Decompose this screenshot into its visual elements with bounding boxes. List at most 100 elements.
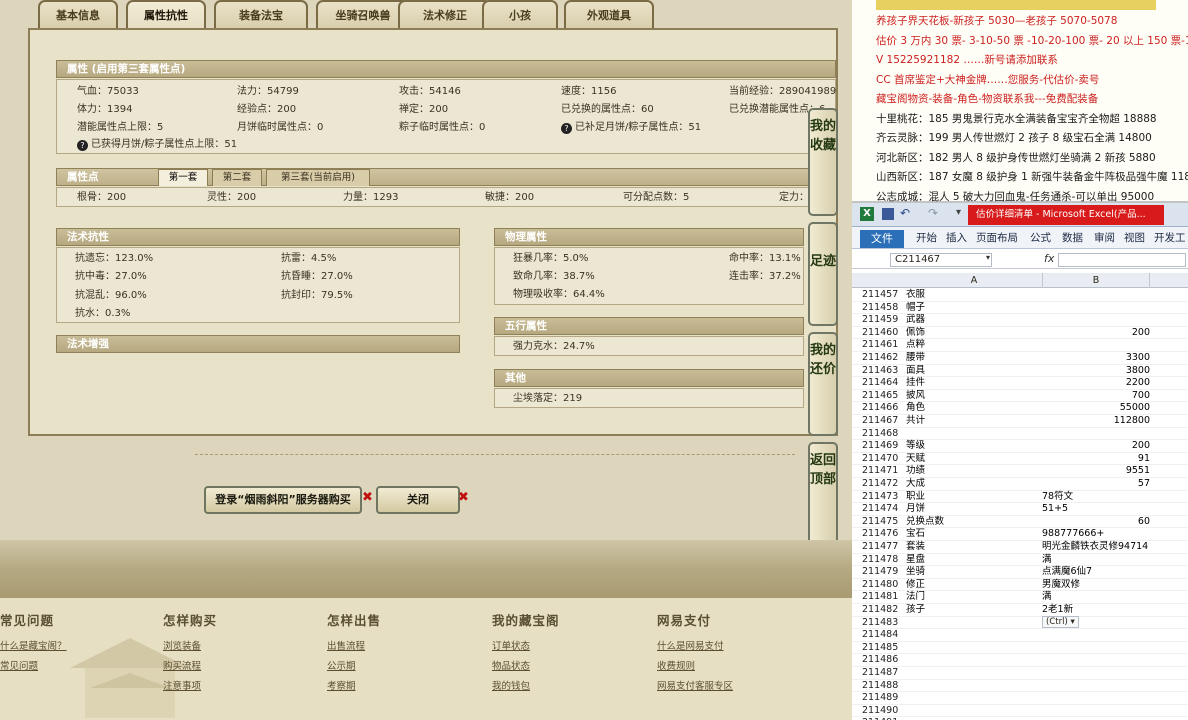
cell-b[interactable]: 700 xyxy=(1042,390,1150,403)
subtab-set-2[interactable]: 第二套 xyxy=(212,169,262,186)
customize-toolbar-icon[interactable]: ▾ xyxy=(956,207,961,218)
row-number[interactable]: 211485 xyxy=(862,642,906,655)
cell-a[interactable]: 佩饰 xyxy=(906,327,925,340)
cell-a[interactable]: 月饼 xyxy=(906,503,925,516)
row-number[interactable]: 211480 xyxy=(862,579,906,592)
name-box-dropdown-icon[interactable]: ▾ xyxy=(986,253,990,262)
row-number[interactable]: 211468 xyxy=(862,428,906,441)
formula-input[interactable] xyxy=(1058,253,1186,267)
cell-a[interactable]: 等级 xyxy=(906,440,925,453)
ribbon-tab-review[interactable]: 审阅 xyxy=(1094,230,1115,245)
cell-a[interactable]: 兑换点数 xyxy=(906,516,944,529)
help-icon[interactable]: ? xyxy=(561,123,572,134)
cell-b[interactable]: 2200 xyxy=(1042,377,1150,390)
save-icon[interactable] xyxy=(882,208,894,220)
ribbon-tab-file[interactable]: 文件 xyxy=(860,230,904,248)
row-number[interactable]: 211474 xyxy=(862,503,906,516)
cell-a[interactable]: 共计 xyxy=(906,415,925,428)
cell-a[interactable]: 星盘 xyxy=(906,554,925,567)
footer-link[interactable]: 物品状态 xyxy=(492,657,560,677)
cell-b[interactable]: 3800 xyxy=(1042,365,1150,378)
cell-b[interactable]: 91 xyxy=(1042,453,1150,466)
ribbon-tab-developer[interactable]: 开发工 xyxy=(1154,230,1186,245)
close-button[interactable]: 关闭 xyxy=(376,486,460,514)
cell-b[interactable]: 112800 xyxy=(1042,415,1150,428)
row-number[interactable]: 211481 xyxy=(862,591,906,604)
ribbon-tab-formulas[interactable]: 公式 xyxy=(1030,230,1051,245)
cell-a[interactable]: 法门 xyxy=(906,591,925,604)
row-number[interactable]: 211472 xyxy=(862,478,906,491)
tab-mounts-pets[interactable]: 坐骑召唤兽 xyxy=(316,0,410,28)
cell-b[interactable]: 3300 xyxy=(1042,352,1150,365)
cell-a[interactable]: 帽子 xyxy=(906,302,925,315)
login-buy-button[interactable]: 登录“烟雨斜阳”服务器购买 xyxy=(204,486,362,514)
row-number[interactable]: 211464 xyxy=(862,377,906,390)
cell-b[interactable]: 男魔双修 xyxy=(1042,579,1080,592)
paste-options-button[interactable]: (Ctrl) ▾ xyxy=(1042,616,1079,628)
row-number[interactable]: 211489 xyxy=(862,692,906,705)
cell-a[interactable]: 面具 xyxy=(906,365,925,378)
cell-b[interactable]: 60 xyxy=(1042,516,1150,529)
footprints-button[interactable]: 足迹 xyxy=(808,222,838,326)
cell-b[interactable]: 明光金麟铁衣灵修94714 xyxy=(1042,541,1148,554)
footer-link[interactable]: 网易支付客服专区 xyxy=(657,677,733,697)
tab-equipment[interactable]: 装备法宝 xyxy=(214,0,308,28)
footer-link[interactable]: 什么是藏宝阁？ xyxy=(0,637,67,657)
ribbon-tab-page-layout[interactable]: 页面布局 xyxy=(976,230,1018,245)
back-to-top-button[interactable]: 返回顶部 xyxy=(808,442,838,546)
cell-b[interactable]: 200 xyxy=(1042,440,1150,453)
row-number[interactable]: 211483 xyxy=(862,617,906,630)
undo-icon[interactable]: ↶ xyxy=(900,206,910,220)
tab-children[interactable]: 小孩 xyxy=(482,0,558,28)
row-number[interactable]: 211457 xyxy=(862,289,906,302)
ribbon-tab-data[interactable]: 数据 xyxy=(1062,230,1083,245)
row-number[interactable]: 211471 xyxy=(862,465,906,478)
cell-a[interactable]: 天赋 xyxy=(906,453,925,466)
row-number[interactable]: 211478 xyxy=(862,554,906,567)
row-number[interactable]: 211465 xyxy=(862,390,906,403)
cell-b[interactable]: 满 xyxy=(1042,554,1052,567)
cell-a[interactable]: 衣服 xyxy=(906,289,925,302)
row-number[interactable]: 211490 xyxy=(862,705,906,718)
cell-a[interactable]: 套装 xyxy=(906,541,925,554)
cell-b[interactable]: 78符文 xyxy=(1042,491,1073,504)
cell-a[interactable]: 披风 xyxy=(906,390,925,403)
column-a-header[interactable]: A xyxy=(906,273,1042,288)
footer-link[interactable]: 常见问题 xyxy=(0,657,67,677)
tab-spell-mods[interactable]: 法术修正 xyxy=(398,0,492,28)
row-number[interactable]: 211487 xyxy=(862,667,906,680)
cell-b[interactable]: 55000 xyxy=(1042,402,1150,415)
name-box[interactable]: C211467 xyxy=(890,253,992,267)
cell-a[interactable]: 宝石 xyxy=(906,528,925,541)
footer-link[interactable]: 出售流程 xyxy=(327,637,381,657)
row-number[interactable]: 211462 xyxy=(862,352,906,365)
help-icon[interactable]: ? xyxy=(77,140,88,151)
row-number[interactable]: 211461 xyxy=(862,339,906,352)
row-number[interactable]: 211476 xyxy=(862,528,906,541)
footer-link[interactable]: 考察期 xyxy=(327,677,381,697)
fx-icon[interactable]: fx xyxy=(1044,252,1054,265)
row-number[interactable]: 211469 xyxy=(862,440,906,453)
row-number[interactable]: 211466 xyxy=(862,402,906,415)
my-bargains-button[interactable]: 我的还价 xyxy=(808,332,838,436)
cell-a[interactable]: 挂件 xyxy=(906,377,925,390)
cell-a[interactable]: 坐骑 xyxy=(906,566,925,579)
footer-link[interactable]: 订单状态 xyxy=(492,637,560,657)
row-number[interactable]: 211479 xyxy=(862,566,906,579)
cell-a[interactable]: 大成 xyxy=(906,478,925,491)
row-number[interactable]: 211458 xyxy=(862,302,906,315)
cell-a[interactable]: 孩子 xyxy=(906,604,925,617)
footer-link[interactable]: 购买流程 xyxy=(163,657,217,677)
cell-a[interactable]: 角色 xyxy=(906,402,925,415)
column-b-header[interactable]: B xyxy=(1042,273,1150,288)
footer-link[interactable]: 什么是网易支付 xyxy=(657,637,733,657)
footer-link[interactable]: 公示期 xyxy=(327,657,381,677)
subtab-set-1[interactable]: 第一套 xyxy=(158,169,208,186)
ribbon-tab-insert[interactable]: 插入 xyxy=(946,230,967,245)
cell-a[interactable]: 修正 xyxy=(906,579,925,592)
cell-a[interactable]: 武器 xyxy=(906,314,925,327)
row-number[interactable]: 211463 xyxy=(862,365,906,378)
cell-b[interactable]: 9551 xyxy=(1042,465,1150,478)
row-number[interactable]: 211482 xyxy=(862,604,906,617)
cell-a[interactable]: 功绩 xyxy=(906,465,925,478)
